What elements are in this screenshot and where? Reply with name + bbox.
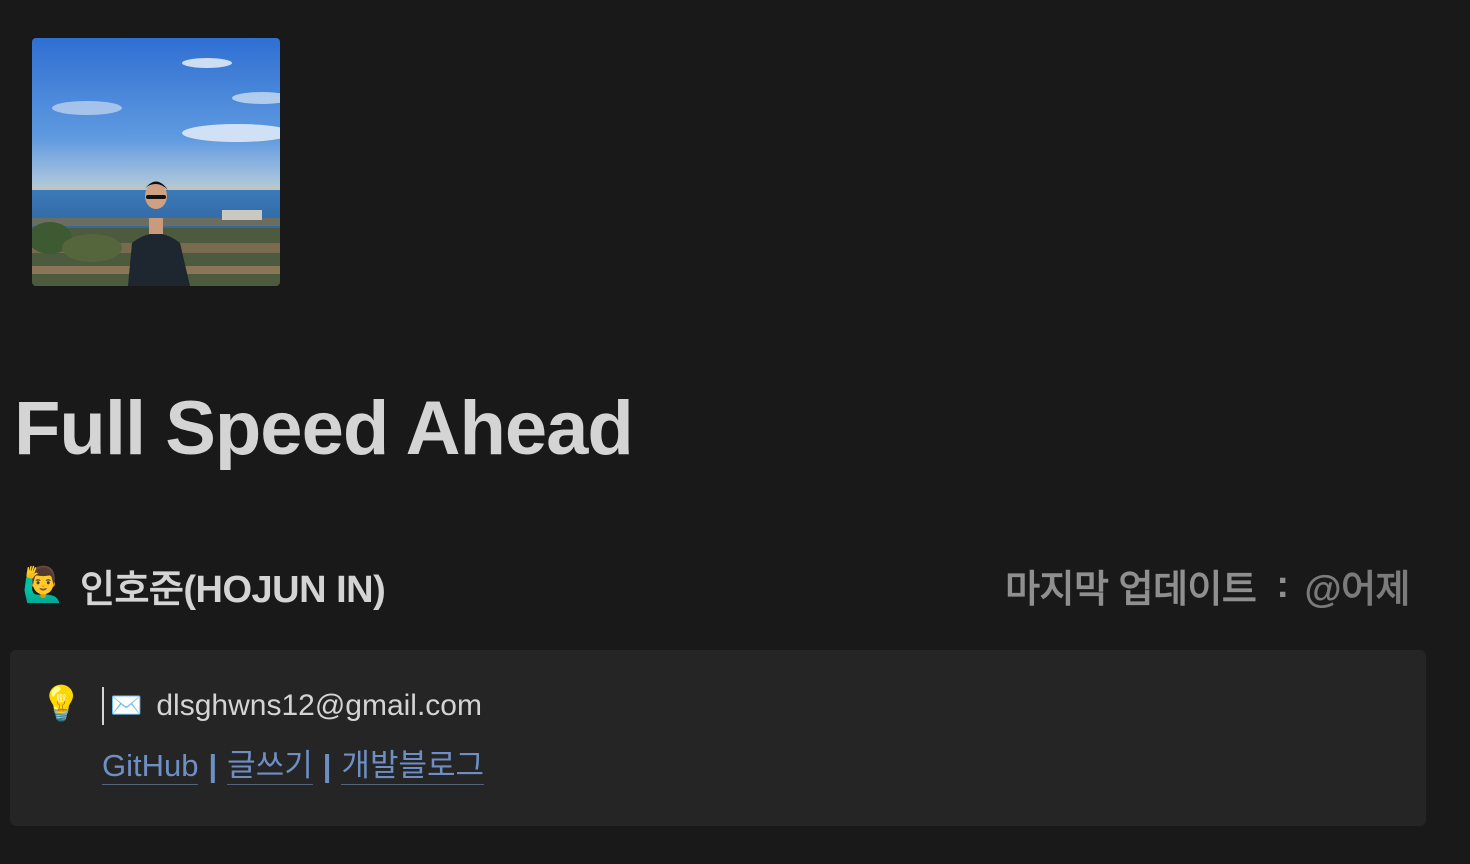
page-title[interactable]: Full Speed Ahead [14,384,634,474]
notion-page: Full Speed Ahead 🙋‍♂️ 인호준(HOJUN IN) 마지막 … [0,0,1470,864]
last-update-date-mention[interactable]: @어제 [1305,558,1411,613]
text-cursor [102,687,104,725]
email-line[interactable]: ✉️ dlsghwns12@gmail.com [102,686,482,726]
last-update: 마지막 업데이트 : @어제 [1005,558,1410,612]
author-row: 🙋‍♂️ 인호준(HOJUN IN) [22,558,386,613]
github-link[interactable]: GitHub [102,748,199,785]
person-raising-hand-icon: 🙋‍♂️ [22,565,65,605]
link-line: GitHub | 글쓰기 | 개발블로그 [102,746,485,786]
link-separator: | [208,748,218,783]
page-icon-photo[interactable] [32,38,280,286]
last-update-separator: : [1276,563,1289,606]
link-separator: | [322,748,332,783]
writing-link[interactable]: 글쓰기 [227,748,313,785]
dev-blog-link[interactable]: 개발블로그 [341,748,485,785]
profile-photo [32,38,280,286]
email-text[interactable]: dlsghwns12@gmail.com [156,689,482,723]
lightbulb-icon[interactable]: 💡 [40,684,82,724]
envelope-icon: ✉️ [110,691,143,721]
author-name[interactable]: 인호준(HOJUN IN) [80,558,386,613]
last-update-label: 마지막 업데이트 [1005,568,1257,611]
contact-callout: 💡 ✉️ dlsghwns12@gmail.com GitHub | 글쓰기 |… [10,650,1426,826]
